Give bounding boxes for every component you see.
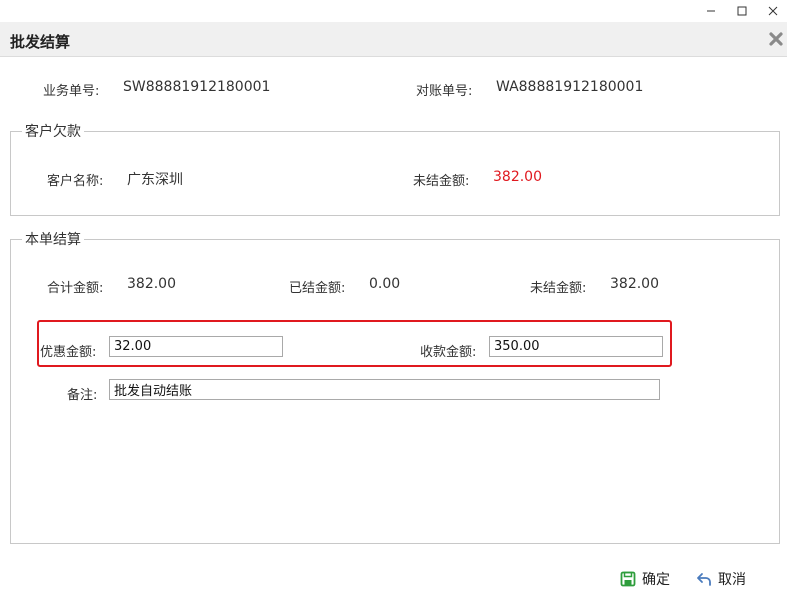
total-amount-value: 382.00 [127,276,176,292]
customer-debt-legend: 客户欠款 [22,121,84,141]
customer-unsettled-amount: 382.00 [493,169,542,185]
total-amount-label: 合计金额: [47,281,104,296]
cancel-button[interactable]: 取消 [696,569,746,589]
dialog-header [0,22,787,57]
remark-label: 备注: [67,388,98,403]
order-unsettled-value: 382.00 [610,276,659,292]
customer-unsettled-label: 未结金额: [413,174,470,189]
dialog-close-button[interactable] [766,29,786,49]
undo-icon [697,573,711,586]
dialog-close-icon [769,32,783,46]
settled-amount-value: 0.00 [369,276,401,292]
reconcile-no-value: WA88881912180001 [496,79,644,95]
discount-input[interactable] [109,336,283,357]
remark-input[interactable] [109,379,660,400]
maximize-button[interactable] [728,0,756,22]
customer-name-label: 客户名称: [47,174,104,189]
reconcile-no-label: 对账单号: [416,84,473,99]
cancel-label: 取消 [718,572,746,588]
window-top-bar [0,0,787,22]
close-icon [768,6,778,16]
save-icon [620,571,636,587]
received-input[interactable] [489,336,663,357]
order-unsettled-label: 未结金额: [530,281,587,296]
customer-debt-group [10,131,780,216]
settlement-legend: 本单结算 [22,229,84,249]
window-close-button[interactable] [759,0,787,22]
confirm-button[interactable]: 确定 [620,569,670,589]
discount-label: 优惠金额: [40,345,97,360]
maximize-icon [737,6,747,16]
dialog-title: 批发结算 [10,33,71,51]
received-label: 收款金额: [420,345,477,360]
minimize-icon [707,10,715,12]
confirm-label: 确定 [642,572,670,588]
business-no-value: SW88881912180001 [123,79,271,95]
settled-amount-label: 已结金额: [289,281,346,296]
business-no-label: 业务单号: [43,84,100,99]
minimize-button[interactable] [697,0,725,22]
customer-name-value: 广东深圳 [127,172,183,188]
